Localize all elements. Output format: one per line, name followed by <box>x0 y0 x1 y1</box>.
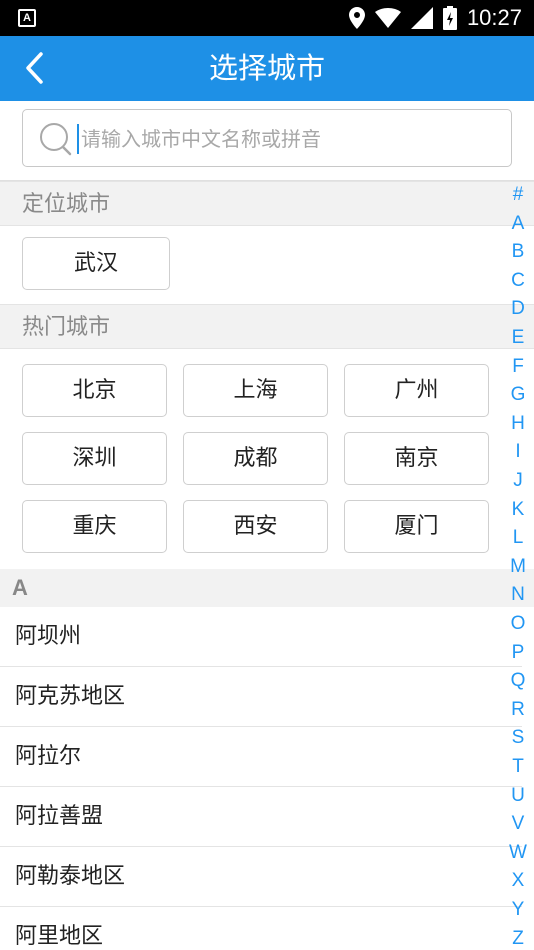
hot-city-button[interactable]: 西安 <box>183 500 328 553</box>
title-bar: 选择城市 <box>0 36 534 101</box>
located-city-button[interactable]: 武汉 <box>22 237 170 290</box>
index-letter[interactable]: Z <box>502 928 534 950</box>
back-button[interactable] <box>12 46 56 90</box>
index-letter[interactable]: F <box>502 356 534 378</box>
chevron-left-icon <box>26 52 43 84</box>
signal-icon <box>410 7 433 29</box>
hot-city-button[interactable]: 上海 <box>183 364 328 417</box>
located-city-panel: 武汉 <box>0 226 534 304</box>
index-letter[interactable]: H <box>502 413 534 435</box>
alphabet-index-bar[interactable]: # A B C D E F G H I J K L M N O P Q R S T U V W X Y Z <box>502 181 534 950</box>
index-letter[interactable]: B <box>502 241 534 263</box>
index-letter[interactable]: Y <box>502 899 534 921</box>
index-letter[interactable]: J <box>502 470 534 492</box>
letter-group-header: A <box>0 569 534 607</box>
index-letter[interactable]: D <box>502 298 534 320</box>
hot-city-button[interactable]: 深圳 <box>22 432 167 485</box>
index-letter[interactable]: P <box>502 642 534 664</box>
index-letter[interactable]: E <box>502 327 534 349</box>
text-cursor <box>77 124 79 154</box>
location-icon <box>348 7 365 29</box>
index-letter[interactable]: X <box>502 870 534 892</box>
list-item[interactable]: 阿勒泰地区 <box>0 847 522 907</box>
city-list[interactable]: 阿坝州 阿克苏地区 阿拉尔 阿拉善盟 阿勒泰地区 阿里地区 <box>0 607 534 950</box>
search-area <box>0 101 534 181</box>
list-item[interactable]: 阿坝州 <box>0 607 522 667</box>
list-item[interactable]: 阿克苏地区 <box>0 667 522 727</box>
search-box[interactable] <box>22 109 512 167</box>
list-item[interactable]: 阿拉善盟 <box>0 787 522 847</box>
hot-city-button[interactable]: 厦门 <box>344 500 489 553</box>
section-header-hot: 热门城市 <box>0 304 534 349</box>
status-time: 10:27 <box>466 5 522 30</box>
search-input[interactable] <box>81 118 501 160</box>
index-letter[interactable]: N <box>502 584 534 606</box>
page-title: 选择城市 <box>208 51 325 85</box>
wifi-icon <box>374 8 401 28</box>
index-letter[interactable]: W <box>502 842 534 864</box>
hot-city-button[interactable]: 南京 <box>344 432 489 485</box>
section-header-located: 定位城市 <box>0 181 534 226</box>
index-letter[interactable]: # <box>502 184 534 206</box>
list-item[interactable]: 阿拉尔 <box>0 727 522 787</box>
index-letter[interactable]: R <box>502 699 534 721</box>
index-letter[interactable]: A <box>502 213 534 235</box>
hot-city-button[interactable]: 广州 <box>344 364 489 417</box>
index-letter[interactable]: L <box>502 527 534 549</box>
index-letter[interactable]: O <box>502 613 534 635</box>
hot-city-button[interactable]: 成都 <box>183 432 328 485</box>
index-letter[interactable]: G <box>502 384 534 406</box>
index-letter[interactable]: Q <box>502 670 534 692</box>
search-icon <box>40 123 72 156</box>
index-letter[interactable]: V <box>502 813 534 835</box>
battery-icon <box>442 6 457 30</box>
list-item[interactable]: 阿里地区 <box>0 907 522 950</box>
index-letter[interactable]: C <box>502 270 534 292</box>
index-letter[interactable]: M <box>502 556 534 578</box>
hot-city-button[interactable]: 重庆 <box>22 500 167 553</box>
index-letter[interactable]: U <box>502 785 534 807</box>
index-letter[interactable]: K <box>502 499 534 521</box>
index-letter[interactable]: S <box>502 727 534 749</box>
notification-icon: A <box>18 9 36 27</box>
hot-city-panel: 北京 上海 广州 深圳 成都 南京 重庆 西安 厦门 <box>0 349 534 569</box>
status-icons: 10:27 <box>348 0 522 36</box>
index-letter[interactable]: I <box>502 441 534 463</box>
index-letter[interactable]: T <box>502 756 534 778</box>
status-bar: A 10:27 <box>0 0 534 36</box>
hot-city-button[interactable]: 北京 <box>22 364 167 417</box>
